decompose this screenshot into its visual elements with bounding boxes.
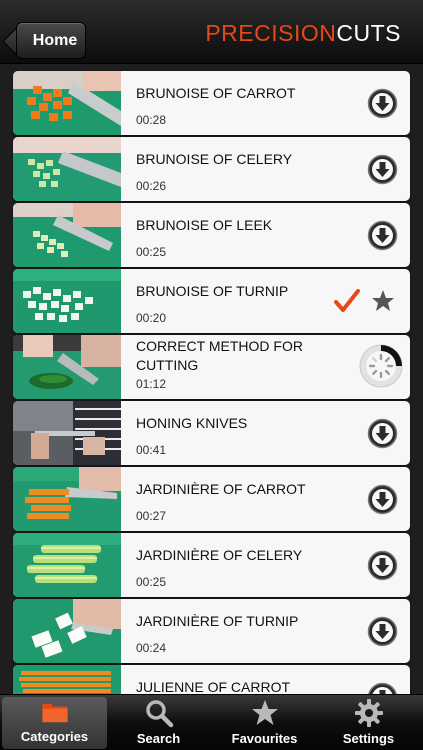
video-title: BRUNOISE OF CARROT	[136, 85, 296, 101]
video-duration: 00:25	[136, 245, 167, 259]
video-thumbnail	[13, 203, 121, 267]
video-duration: 00:24	[136, 641, 167, 655]
video-title: BRUNOISE OF LEEK	[136, 217, 273, 233]
video-row[interactable]: BRUNOISE OF CARROT 00:28	[13, 71, 410, 135]
video-duration: 00:25	[136, 575, 167, 589]
video-thumbnail	[13, 401, 121, 465]
tab-categories[interactable]: Categories	[2, 697, 107, 749]
nav-bar: Home PRECISIONCUTS	[0, 0, 423, 64]
video-row[interactable]: BRUNOISE OF LEEK 00:25	[13, 203, 410, 267]
video-title: JARDINIÈRE OF TURNIP	[136, 613, 299, 629]
video-thumbnail	[13, 71, 121, 135]
video-duration: 00:26	[136, 179, 167, 193]
video-duration: 01:12	[136, 377, 167, 391]
checkmark-icon	[334, 289, 360, 312]
search-icon	[145, 700, 173, 728]
video-thumbnail	[13, 335, 121, 399]
video-title: CORRECT METHOD FOR CUTTING	[136, 338, 303, 373]
download-icon[interactable]	[367, 550, 398, 581]
download-icon[interactable]	[367, 682, 398, 694]
download-icon[interactable]	[367, 484, 398, 515]
video-thumbnail	[13, 137, 121, 201]
download-icon[interactable]	[367, 154, 398, 185]
video-thumbnail	[13, 533, 121, 597]
video-title: BRUNOISE OF TURNIP	[136, 283, 289, 299]
home-button[interactable]: Home	[16, 22, 86, 59]
video-duration: 00:28	[136, 113, 167, 127]
video-row[interactable]: CORRECT METHOD FOR CUTTING 01:12	[13, 335, 410, 399]
video-title: HONING KNIVES	[136, 415, 248, 431]
star-icon	[251, 700, 278, 725]
video-row[interactable]: JARDINIÈRE OF CELERY 00:25	[13, 533, 410, 597]
video-title: JARDINIÈRE OF CELERY	[136, 547, 303, 563]
video-duration: 00:41	[136, 443, 167, 457]
download-icon[interactable]	[367, 616, 398, 647]
tab-settings[interactable]: Settings	[316, 695, 421, 750]
tab-label: Categories	[20, 729, 89, 744]
video-duration: 00:27	[136, 509, 167, 523]
video-row[interactable]: JULIENNE OF CARROT	[13, 665, 410, 694]
video-row[interactable]: JARDINIÈRE OF CARROT 00:27	[13, 467, 410, 531]
video-row[interactable]: JARDINIÈRE OF TURNIP 00:24	[13, 599, 410, 663]
brand-logo: PRECISIONCUTS	[205, 20, 401, 47]
video-row[interactable]: BRUNOISE OF TURNIP 00:20	[13, 269, 410, 333]
brand-logo-part1: PRECISION	[205, 20, 337, 46]
favourite-star-icon[interactable]	[371, 289, 395, 313]
tab-search[interactable]: Search	[106, 695, 211, 750]
tab-favourites[interactable]: Favourites	[212, 695, 317, 750]
video-row[interactable]: BRUNOISE OF CELERY 00:26	[13, 137, 410, 201]
video-title: JULIENNE OF CARROT	[136, 679, 291, 694]
gear-icon	[354, 699, 383, 727]
brand-logo-part2: CUTS	[336, 20, 401, 46]
video-title: JARDINIÈRE OF CARROT	[136, 481, 306, 497]
tab-label: Favourites	[231, 731, 298, 746]
download-icon[interactable]	[367, 418, 398, 449]
video-duration: 00:20	[136, 311, 167, 325]
video-thumbnail	[13, 269, 121, 333]
video-thumbnail	[13, 665, 121, 694]
video-row[interactable]: HONING KNIVES 00:41	[13, 401, 410, 465]
folder-icon	[41, 703, 68, 723]
tab-label: Settings	[342, 731, 395, 746]
tab-label: Search	[136, 731, 181, 746]
download-icon[interactable]	[367, 220, 398, 251]
video-thumbnail	[13, 467, 121, 531]
download-progress-spinner	[359, 344, 403, 388]
video-list[interactable]: BRUNOISE OF CARROT 00:28 BRUNOISE OF CEL…	[0, 64, 423, 694]
download-icon[interactable]	[367, 88, 398, 119]
tab-bar: Categories Search Favourites Settings	[0, 694, 423, 750]
video-thumbnail	[13, 599, 121, 663]
video-title: BRUNOISE OF CELERY	[136, 151, 293, 167]
